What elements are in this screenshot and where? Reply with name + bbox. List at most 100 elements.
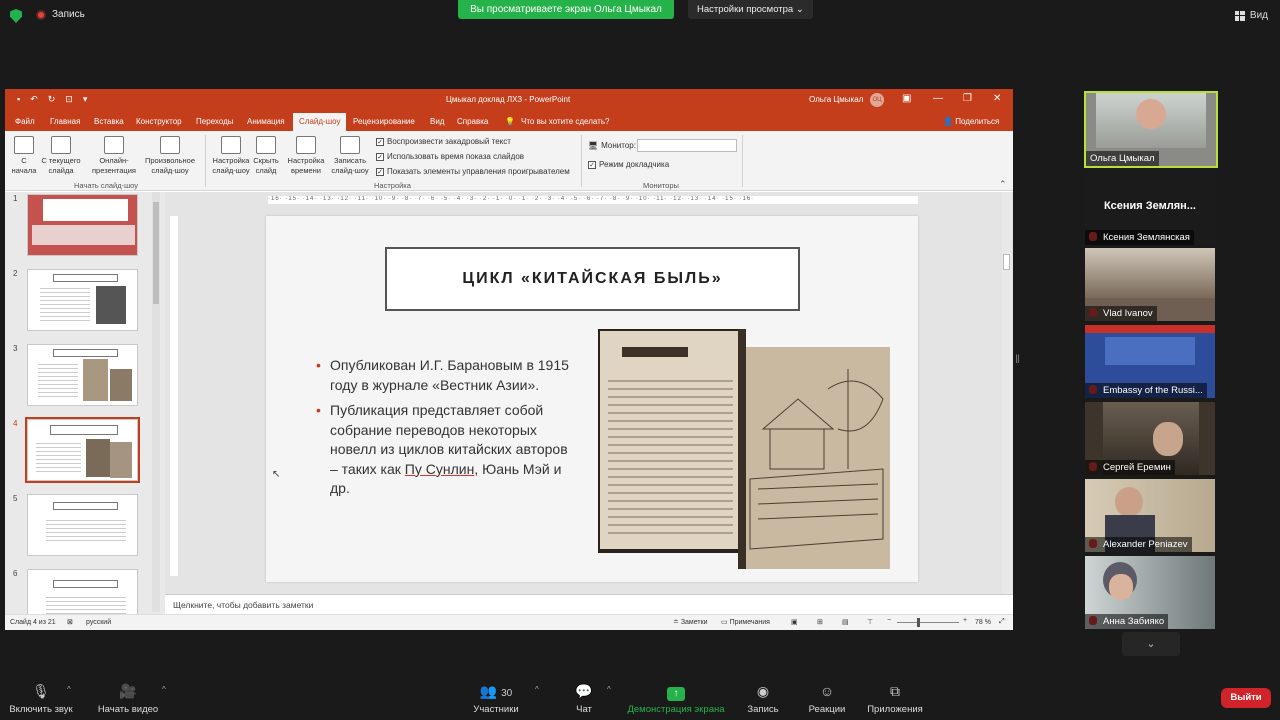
notes-toggle-label: Заметки — [680, 619, 708, 626]
minimize-icon[interactable]: — — [933, 93, 943, 104]
tab-view[interactable]: Вид — [430, 117, 444, 126]
user-name[interactable]: Ольга Цмыкал — [809, 95, 863, 104]
ribbon-separator — [581, 135, 582, 187]
tab-help[interactable]: Справка — [457, 117, 488, 126]
tab-review[interactable]: Рецензирование — [353, 117, 415, 126]
slide-thumbnail[interactable] — [27, 194, 138, 256]
rehearse-timings-button[interactable]: Настройка времени — [285, 136, 327, 176]
tab-transitions[interactable]: Переходы — [196, 117, 234, 126]
slide-thumbnail-selected[interactable] — [25, 417, 140, 483]
user-avatar[interactable]: ОЦ — [870, 93, 884, 107]
participant-tile[interactable]: Alexander Peniazev — [1085, 479, 1215, 552]
collapse-ribbon-icon[interactable]: ⌃ — [999, 179, 1007, 190]
custom-show-button[interactable]: Произвольное слайд-шоу — [141, 136, 199, 176]
participants-options-caret[interactable]: ^ — [535, 685, 539, 694]
slideshow-view-icon[interactable]: ⊤ — [867, 618, 873, 626]
tab-file[interactable]: Файл — [15, 117, 35, 126]
slide-bullets[interactable]: Опубликован И.Г. Барановым в 1915 году в… — [316, 356, 578, 505]
leave-meeting-button[interactable]: Выйти — [1221, 688, 1271, 708]
tab-insert[interactable]: Вставка — [94, 117, 124, 126]
save-icon[interactable]: ▪ — [17, 94, 20, 105]
share-button[interactable]: 👤 Поделиться — [943, 117, 999, 126]
tab-design[interactable]: Конструктор — [136, 117, 182, 126]
apps-button[interactable]: ⧉ Приложения — [864, 682, 926, 715]
setup-show-button[interactable]: Настройка слайд-шоу — [209, 136, 253, 176]
tab-animations[interactable]: Анимация — [247, 117, 285, 126]
participant-tile[interactable]: Анна Забияко — [1085, 556, 1215, 629]
security-shield-icon[interactable] — [10, 9, 22, 23]
record-show-button[interactable]: Записать слайд-шоу — [327, 136, 373, 176]
notes-toggle[interactable]: ≐ Заметки — [673, 618, 708, 626]
unmute-button[interactable]: 🎙 Включить звук — [8, 682, 74, 715]
split-handle-icon[interactable]: ‖ — [1015, 352, 1020, 366]
share-screen-button[interactable]: ↑ Демонстрация экрана — [624, 682, 728, 715]
ribbon-tabs: Файл Главная Вставка Конструктор Переход… — [5, 111, 1013, 131]
ribbon-display-icon[interactable]: ▣ — [902, 93, 911, 104]
from-current-button[interactable]: С текущего слайда — [39, 136, 83, 176]
show-media-controls-checkbox[interactable]: ✓ Показать элементы управления проигрыват… — [376, 167, 570, 176]
thumb-title-box — [53, 580, 118, 588]
view-settings-button[interactable]: Настройки просмотра ⌄ — [688, 0, 813, 19]
muted-microphone-icon: 🎙 — [32, 683, 50, 699]
slide-title[interactable]: ЦИКЛ «КИТАЙСКАЯ БЫЛЬ» — [385, 247, 800, 311]
redo-icon[interactable]: ↻ — [48, 94, 56, 105]
from-beginning-label: С начала — [11, 156, 37, 175]
from-beginning-button[interactable]: С начала — [10, 136, 38, 176]
zoom-slider-thumb[interactable] — [917, 618, 920, 627]
participant-face — [1153, 422, 1183, 456]
chat-button[interactable]: 💬 Чат — [570, 682, 598, 715]
show-media-controls-label: Показать элементы управления проигрывате… — [387, 167, 570, 176]
hide-slide-button[interactable]: Скрыть слайд — [252, 136, 280, 176]
video-options-caret[interactable]: ^ — [162, 685, 166, 694]
slide-thumbnail[interactable] — [27, 269, 138, 331]
participant-tile[interactable]: Embassy of the Russi... — [1085, 325, 1215, 398]
custom-show-label: Произвольное слайд-шоу — [144, 156, 196, 175]
close-icon[interactable]: ✕ — [993, 93, 1001, 104]
language-indicator[interactable]: русский — [86, 619, 111, 626]
record-button[interactable]: ◉ Запись — [744, 682, 782, 715]
slide-sorter-icon[interactable]: ⊞ — [817, 618, 823, 626]
fit-to-window-icon[interactable]: ⤢ — [999, 618, 1005, 626]
participant-tile[interactable]: Сергей Еремин — [1085, 402, 1215, 475]
tab-slideshow[interactable]: Слайд-шоу — [293, 113, 347, 131]
participant-tile[interactable]: Ксения Землян... Ксения Землянская — [1085, 172, 1215, 245]
presenter-view-checkbox[interactable]: ✓ Режим докладчика — [588, 160, 669, 169]
use-timings-checkbox[interactable]: ✓ Использовать время показа слайдов — [376, 152, 524, 161]
participants-scroll-down-button[interactable]: ⌄ — [1122, 632, 1180, 656]
reactions-button[interactable]: ☺ Реакции — [806, 682, 848, 715]
chat-options-caret[interactable]: ^ — [607, 685, 611, 694]
slide-thumbnail[interactable] — [27, 344, 138, 406]
present-icon[interactable]: ⊡ — [65, 94, 73, 105]
recording-indicator[interactable]: Запись — [36, 9, 85, 20]
online-presentation-button[interactable]: Онлайн-презентация — [89, 136, 139, 176]
thumbnails-scroll-thumb[interactable] — [153, 202, 159, 304]
tell-me-search[interactable]: Что вы хотите сделать? — [521, 117, 609, 126]
editor-scrollbar[interactable] — [1002, 192, 1012, 614]
zoom-level[interactable]: 78 % — [975, 619, 991, 626]
customize-qat-icon[interactable]: ▾ — [83, 94, 88, 105]
notes-pane[interactable]: Щелкните, чтобы добавить заметки — [165, 594, 1013, 614]
monitor-select[interactable]: Автоматически ⌄ — [637, 139, 737, 152]
play-narrations-checkbox[interactable]: ✓ Воспроизвести закадровый текст — [376, 137, 511, 146]
current-slide[interactable]: ЦИКЛ «КИТАЙСКАЯ БЫЛЬ» Опубликован И.Г. Б… — [266, 216, 918, 582]
slide-thumbnail[interactable] — [27, 494, 138, 556]
undo-icon[interactable]: ↶ — [30, 94, 38, 105]
view-button[interactable]: Вид — [1234, 10, 1268, 21]
participant-tile-active-speaker[interactable]: Ольга Цмыкал — [1084, 91, 1218, 168]
comments-toggle[interactable]: ▭ Примечания — [721, 618, 770, 626]
audio-options-caret[interactable]: ^ — [67, 685, 71, 694]
spellcheck-icon[interactable]: ⊠ — [67, 618, 73, 626]
zoom-slider[interactable] — [897, 622, 959, 623]
zoom-in-icon[interactable]: + — [963, 617, 967, 624]
participant-tile[interactable]: Vlad Ivanov — [1085, 248, 1215, 321]
zoom-out-icon[interactable]: − — [887, 617, 891, 624]
participants-button[interactable]: 👥 30 Участники — [470, 682, 522, 715]
monitor-icon: 🖥 — [588, 141, 599, 150]
tab-home[interactable]: Главная — [50, 117, 80, 126]
editor-scroll-thumb[interactable] — [1003, 254, 1010, 270]
reading-view-icon[interactable]: ▤ — [842, 618, 849, 626]
maximize-icon[interactable]: ❐ — [963, 93, 972, 104]
book-photo-image[interactable] — [598, 329, 890, 569]
start-video-button[interactable]: 🎥 Начать видео — [96, 682, 160, 715]
normal-view-icon[interactable]: ▣ — [791, 618, 798, 626]
